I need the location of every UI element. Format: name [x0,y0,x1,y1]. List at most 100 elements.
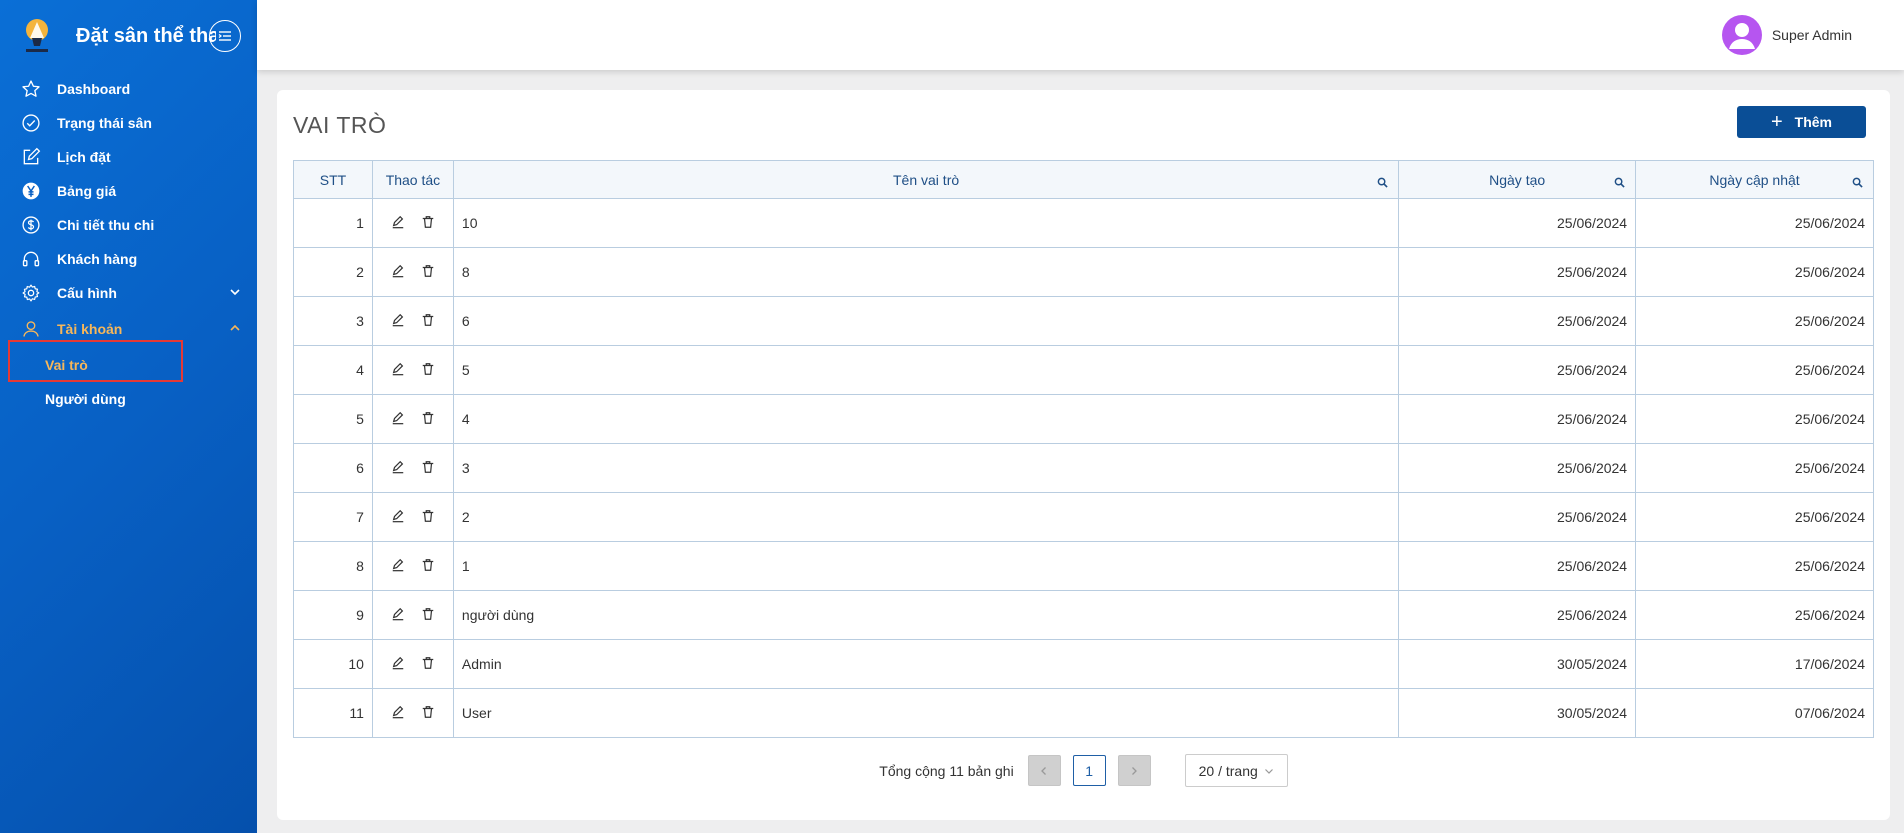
trash-icon[interactable] [421,362,435,379]
table-row: 7 2 25/06/2024 25/06/2024 [293,492,1874,542]
table-row: 11 User 30/05/2024 07/06/2024 [293,688,1874,738]
avatar [1721,15,1762,55]
trash-icon[interactable] [421,607,435,624]
headphones-icon [20,248,42,270]
trash-icon[interactable] [421,656,435,673]
sidebar: Đặt sân thể thao Dashboard Trạng thái sâ… [0,0,257,833]
cell-actions [371,541,454,591]
edit-icon[interactable] [391,362,405,379]
cell-stt: 8 [293,541,373,591]
sidebar-item-customers[interactable]: Khách hàng [0,242,257,276]
edit-square-icon [20,146,42,168]
sidebar-subitem-label: Người dùng [45,391,126,407]
main-card: VAI TRÒ + Thêm STT Thao tác Tên vai trò … [277,90,1890,820]
trash-icon[interactable] [421,509,435,526]
menu-collapse-button[interactable] [209,20,241,52]
cell-created-date: 25/06/2024 [1398,345,1637,395]
search-icon[interactable] [1852,175,1863,191]
header-actions: Thao tác [371,160,454,199]
trash-icon[interactable] [421,313,435,330]
sidebar-item-settings[interactable]: Cấu hình [0,276,257,310]
cell-stt: 6 [293,443,373,493]
sidebar-item-label: Dashboard [57,81,131,97]
sidebar-item-court-status[interactable]: Trạng thái sân [0,106,257,140]
dollar-circle-icon [20,214,42,236]
sidebar-item-label: Khách hàng [57,251,138,267]
edit-icon[interactable] [391,705,405,722]
trash-icon[interactable] [421,460,435,477]
trash-icon[interactable] [421,558,435,575]
chevron-up-icon [229,321,241,337]
cell-stt: 4 [293,345,373,395]
sidebar-item-label: Chi tiết thu chi [57,217,155,233]
sidebar-item-price-list[interactable]: Bảng giá [0,174,257,208]
sidebar-item-booking-schedule[interactable]: Lịch đặt [0,140,257,174]
cell-updated-date: 25/06/2024 [1635,492,1874,542]
cell-role-name: 2 [452,492,1400,542]
sidebar-subitem-users[interactable]: Người dùng [0,382,257,416]
edit-icon[interactable] [391,411,405,428]
edit-icon[interactable] [391,656,405,673]
page-title: VAI TRÒ [293,112,387,138]
cell-created-date: 25/06/2024 [1398,198,1637,248]
table-row: 10 Admin 30/05/2024 17/06/2024 [293,639,1874,689]
cell-actions [371,345,454,395]
cell-role-name: User [452,688,1400,738]
cell-role-name: người dùng [452,590,1400,640]
trash-icon[interactable] [421,411,435,428]
edit-icon[interactable] [391,313,405,330]
sidebar-item-label: Cấu hình [57,285,117,301]
trash-icon[interactable] [421,215,435,232]
check-circle-icon [20,112,42,134]
edit-icon[interactable] [391,558,405,575]
header-role-name[interactable]: Tên vai trò [452,160,1400,199]
edit-icon[interactable] [391,607,405,624]
cell-updated-date: 07/06/2024 [1635,688,1874,738]
search-icon[interactable] [1377,175,1388,191]
trash-icon[interactable] [421,264,435,281]
trash-icon[interactable] [421,705,435,722]
user-menu[interactable]: Super Admin [1721,15,1852,55]
edit-icon[interactable] [391,215,405,232]
table-row: 4 5 25/06/2024 25/06/2024 [293,345,1874,395]
sidebar-item-dashboard[interactable]: Dashboard [0,72,257,106]
cell-role-name: 4 [452,394,1400,444]
next-page-button[interactable] [1117,755,1151,786]
table-row: 8 1 25/06/2024 25/06/2024 [293,541,1874,591]
yen-circle-icon [20,180,42,202]
cell-role-name: 5 [452,345,1400,395]
table-row: 5 4 25/06/2024 25/06/2024 [293,394,1874,444]
prev-page-button[interactable] [1027,755,1061,786]
cell-role-name: 3 [452,443,1400,493]
header-created-date[interactable]: Ngày tạo [1398,160,1637,199]
cell-updated-date: 25/06/2024 [1635,345,1874,395]
chevron-left-icon [1041,766,1047,775]
gear-icon [20,282,42,304]
roles-table: STT Thao tác Tên vai trò Ngày tạo Ngày c… [293,160,1874,738]
search-icon[interactable] [1614,175,1625,191]
cell-updated-date: 25/06/2024 [1635,247,1874,297]
edit-icon[interactable] [391,264,405,281]
table-body: 1 10 25/06/2024 25/06/2024 2 8 25/06/202… [293,198,1874,738]
cell-actions [371,443,454,493]
sidebar-item-income-expense[interactable]: Chi tiết thu chi [0,208,257,242]
header-updated-date[interactable]: Ngày cập nhật [1635,160,1874,199]
header-stt: STT [293,160,373,199]
add-role-button[interactable]: + Thêm [1737,106,1866,138]
cell-created-date: 25/06/2024 [1398,492,1637,542]
page-size-select[interactable]: 20 / trang [1184,754,1288,787]
cell-created-date: 25/06/2024 [1398,247,1637,297]
edit-icon[interactable] [391,460,405,477]
cell-actions [371,590,454,640]
cell-stt: 3 [293,296,373,346]
edit-icon[interactable] [391,509,405,526]
cell-created-date: 25/06/2024 [1398,541,1637,591]
sidebar-item-label: Lịch đặt [57,149,111,165]
cell-created-date: 25/06/2024 [1398,590,1637,640]
brand-title: Đặt sân thể thao [76,24,216,47]
page-button-current[interactable]: 1 [1072,755,1106,786]
brand: Đặt sân thể thao [0,0,257,72]
table-header-row: STT Thao tác Tên vai trò Ngày tạo Ngày c… [293,160,1874,199]
cell-role-name: 10 [452,198,1400,248]
cell-role-name: 6 [452,296,1400,346]
